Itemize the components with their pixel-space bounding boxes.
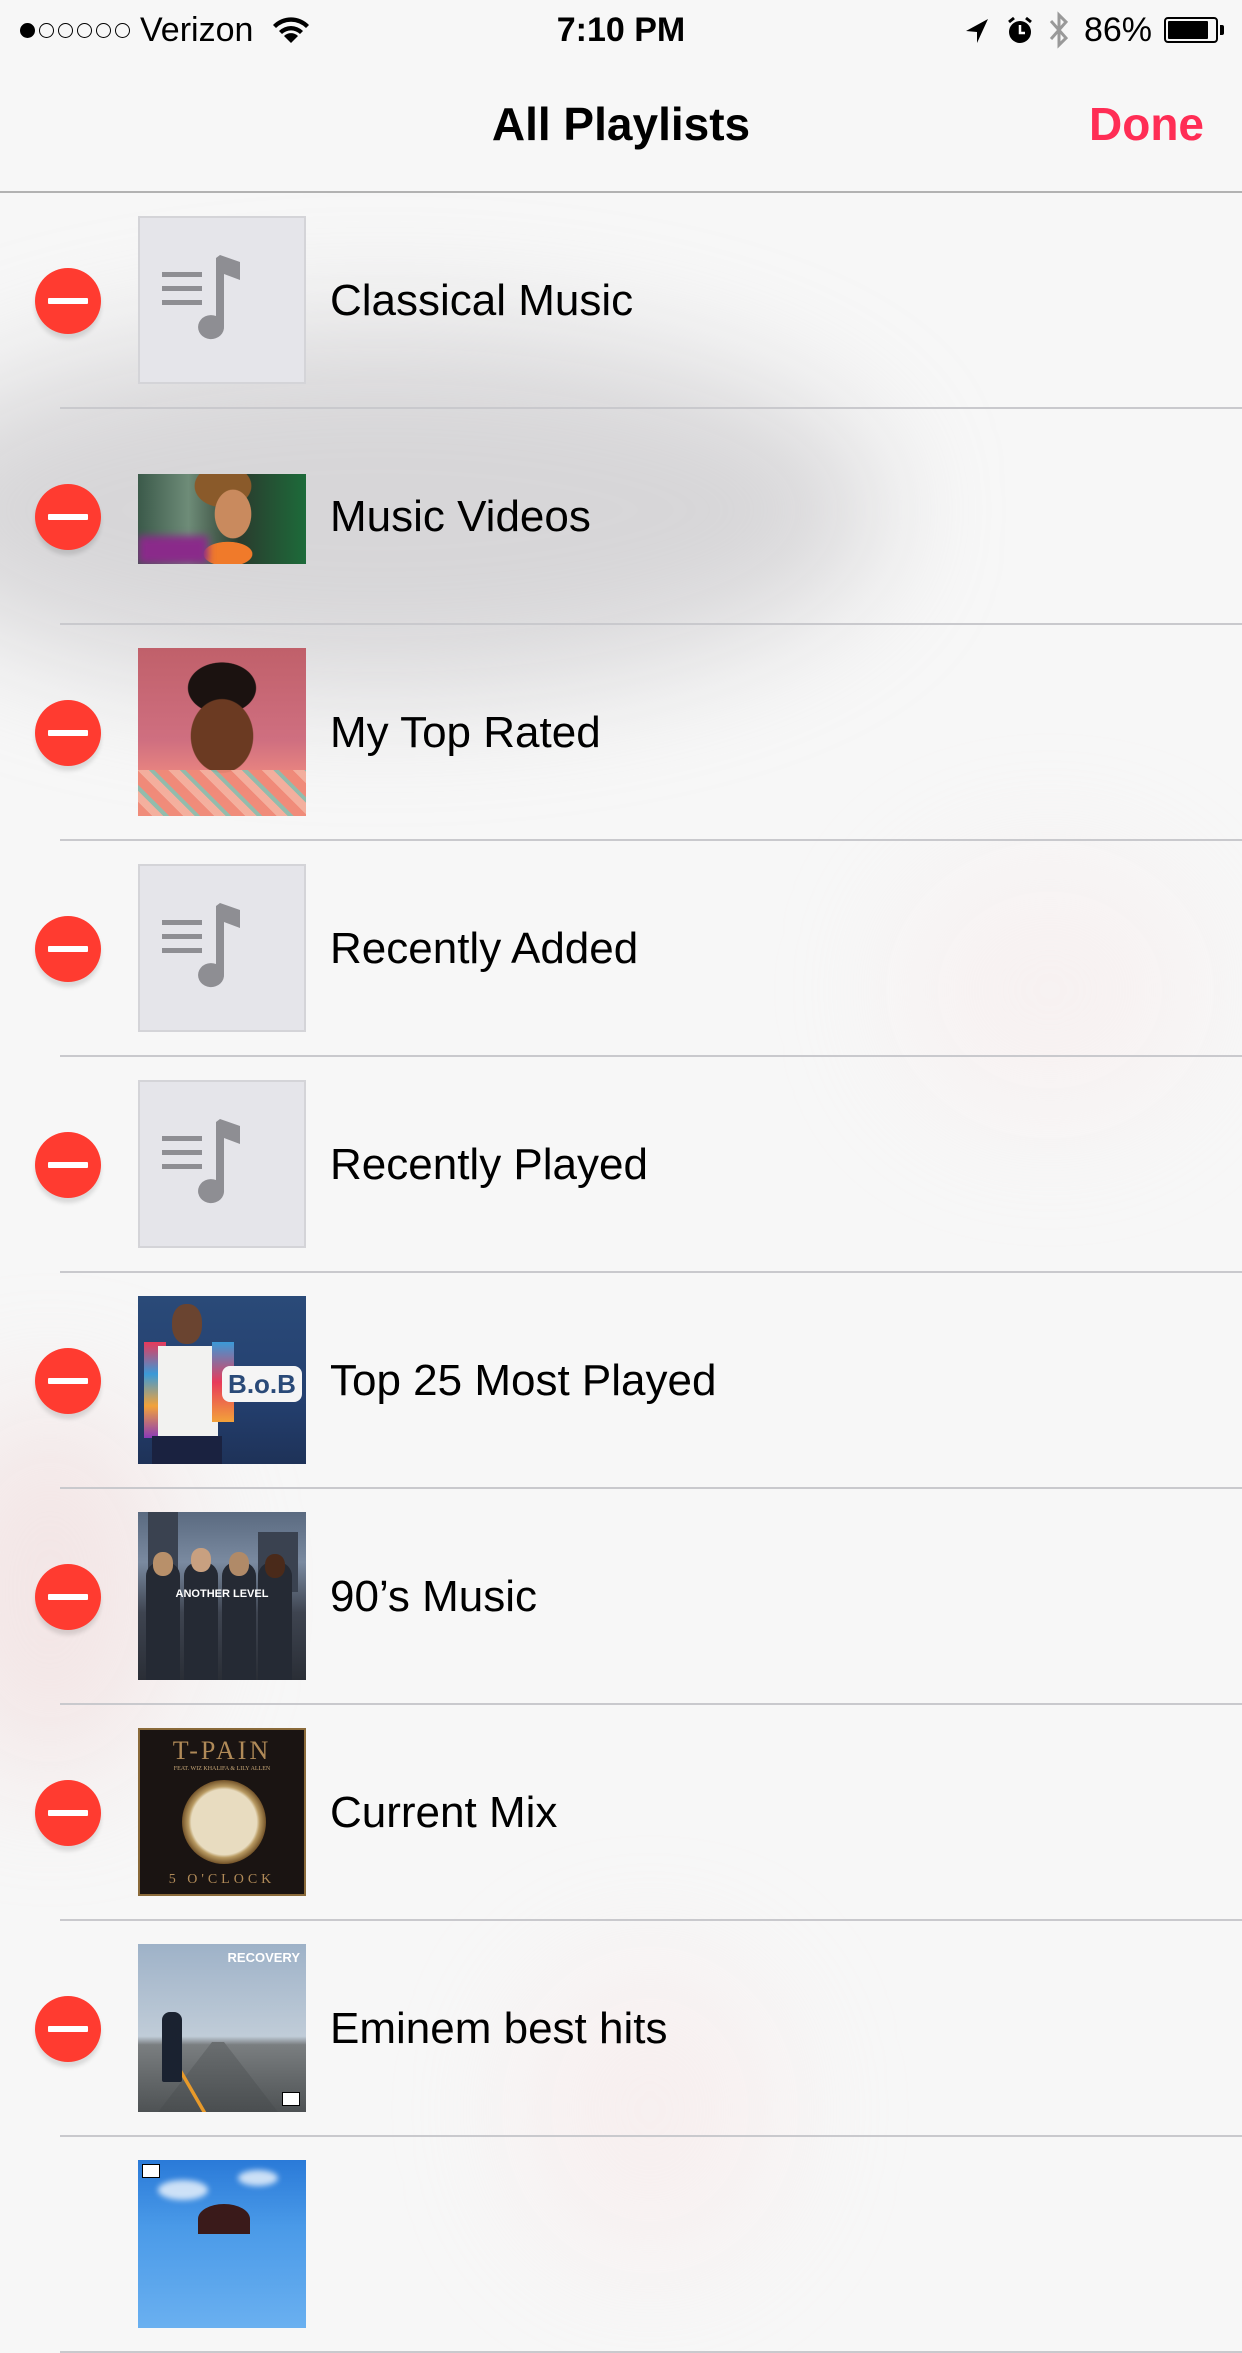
minus-icon	[48, 946, 88, 952]
artwork-text: FEAT. WIZ KHALIFA & LILY ALLEN	[173, 1766, 271, 1772]
artwork-figure	[265, 1554, 285, 1578]
delete-button[interactable]	[35, 916, 101, 982]
playlist-title: Current Mix	[330, 1788, 558, 1837]
navigation-bar: All Playlists Done	[0, 60, 1242, 193]
playlist-title: Eminem best hits	[330, 2004, 668, 2053]
battery-icon	[1164, 17, 1218, 43]
cellular-signal-icon	[20, 22, 130, 38]
minus-icon	[48, 514, 88, 520]
playlist-placeholder-icon	[138, 1080, 306, 1248]
playlist-row[interactable]: Classical Music	[0, 193, 1242, 409]
artwork-figure	[238, 2170, 278, 2186]
playlist-row[interactable]: Music Videos	[0, 409, 1242, 625]
artwork-figure	[158, 1346, 218, 1436]
minus-icon	[48, 1378, 88, 1384]
album-artwork	[138, 648, 306, 816]
playlist-row[interactable]: Recently Added	[0, 841, 1242, 1057]
playlist-title: Recently Added	[330, 924, 639, 973]
battery-tip	[1220, 25, 1224, 35]
carrier-name: Verizon	[140, 10, 254, 49]
artwork-figure	[172, 1304, 202, 1344]
artwork-figure	[182, 1780, 266, 1864]
status-bar: Verizon 7:10 PM 86%	[0, 0, 1242, 60]
album-artwork: RECOVERY	[138, 1944, 306, 2112]
album-artwork	[138, 2160, 306, 2328]
artwork-figure	[153, 1552, 173, 1576]
artwork-figure	[229, 1552, 249, 1576]
signal-dot	[96, 22, 111, 38]
signal-dot	[39, 22, 54, 38]
page-title: All Playlists	[491, 98, 751, 150]
artwork-text: RECOVERY	[227, 1950, 300, 1965]
artwork-figure	[198, 2204, 250, 2234]
delete-button[interactable]	[35, 1132, 101, 1198]
artwork-text: 5 O'CLOCK	[168, 1872, 276, 1887]
artwork-text: T-PAIN	[172, 1736, 272, 1765]
minus-icon	[48, 2026, 88, 2032]
battery-percentage: 86%	[1083, 10, 1152, 49]
playlist-placeholder-icon	[138, 864, 306, 1032]
delete-button[interactable]	[35, 484, 101, 550]
playlist-title: Top 25 Most Played	[330, 1356, 717, 1405]
done-button[interactable]: Done	[1089, 96, 1204, 152]
delete-button[interactable]	[35, 1996, 101, 2062]
playlist-list: Classical Music Music Videos My Top Rate…	[0, 193, 1242, 2353]
playlist-title: My Top Rated	[330, 708, 601, 757]
artwork-text: ANOTHER LEVEL	[175, 1588, 269, 1600]
playlist-title: 90’s Music	[330, 1572, 538, 1621]
minus-icon	[48, 1810, 88, 1816]
playlist-row[interactable]: RECOVERY Eminem best hits	[0, 1921, 1242, 2137]
playlist-placeholder-icon	[138, 216, 306, 384]
artwork-figure	[162, 2012, 182, 2082]
artwork-figure	[152, 1436, 222, 1464]
signal-dot	[77, 22, 92, 38]
artwork-figure	[258, 1562, 292, 1680]
signal-dot	[20, 22, 35, 38]
minus-icon	[48, 1162, 88, 1168]
wifi-icon	[273, 17, 310, 43]
artwork-figure	[146, 1562, 180, 1680]
parental-advisory-icon	[282, 2092, 300, 2106]
playlist-row[interactable]	[0, 2137, 1242, 2353]
artwork-figure	[191, 1548, 211, 1572]
artwork-figure	[184, 1562, 218, 1680]
artwork-text: B.o.B	[222, 1366, 302, 1402]
minus-icon	[48, 730, 88, 736]
delete-button[interactable]	[35, 1348, 101, 1414]
music-video-thumbnail	[138, 474, 306, 564]
album-artwork: ANOTHER LEVEL	[138, 1512, 306, 1680]
playlist-row[interactable]: B.o.B Top 25 Most Played	[0, 1273, 1242, 1489]
album-artwork: B.o.B	[138, 1296, 306, 1464]
delete-button[interactable]	[35, 700, 101, 766]
signal-dot	[58, 22, 73, 38]
playlist-row[interactable]: T-PAIN FEAT. WIZ KHALIFA & LILY ALLEN 5 …	[0, 1705, 1242, 1921]
playlist-title: Music Videos	[330, 492, 591, 541]
delete-button[interactable]	[35, 1780, 101, 1846]
minus-icon	[48, 1594, 88, 1600]
location-arrow-icon	[965, 19, 988, 43]
delete-button[interactable]	[35, 268, 101, 334]
artwork-figure	[158, 2180, 208, 2200]
playlist-row[interactable]: ANOTHER LEVEL 90’s Music	[0, 1489, 1242, 1705]
playlist-row[interactable]: Recently Played	[0, 1057, 1242, 1273]
parental-advisory-icon	[142, 2164, 160, 2178]
artwork-figure	[222, 1562, 256, 1680]
delete-button[interactable]	[35, 1564, 101, 1630]
playlist-row[interactable]: My Top Rated	[0, 625, 1242, 841]
playlist-title: Recently Played	[330, 1140, 648, 1189]
bluetooth-icon	[1049, 11, 1068, 49]
minus-icon	[48, 298, 88, 304]
album-artwork: T-PAIN FEAT. WIZ KHALIFA & LILY ALLEN 5 …	[138, 1728, 306, 1896]
alarm-clock-icon	[1008, 16, 1032, 43]
playlist-title: Classical Music	[330, 276, 634, 325]
signal-dot	[115, 22, 130, 38]
